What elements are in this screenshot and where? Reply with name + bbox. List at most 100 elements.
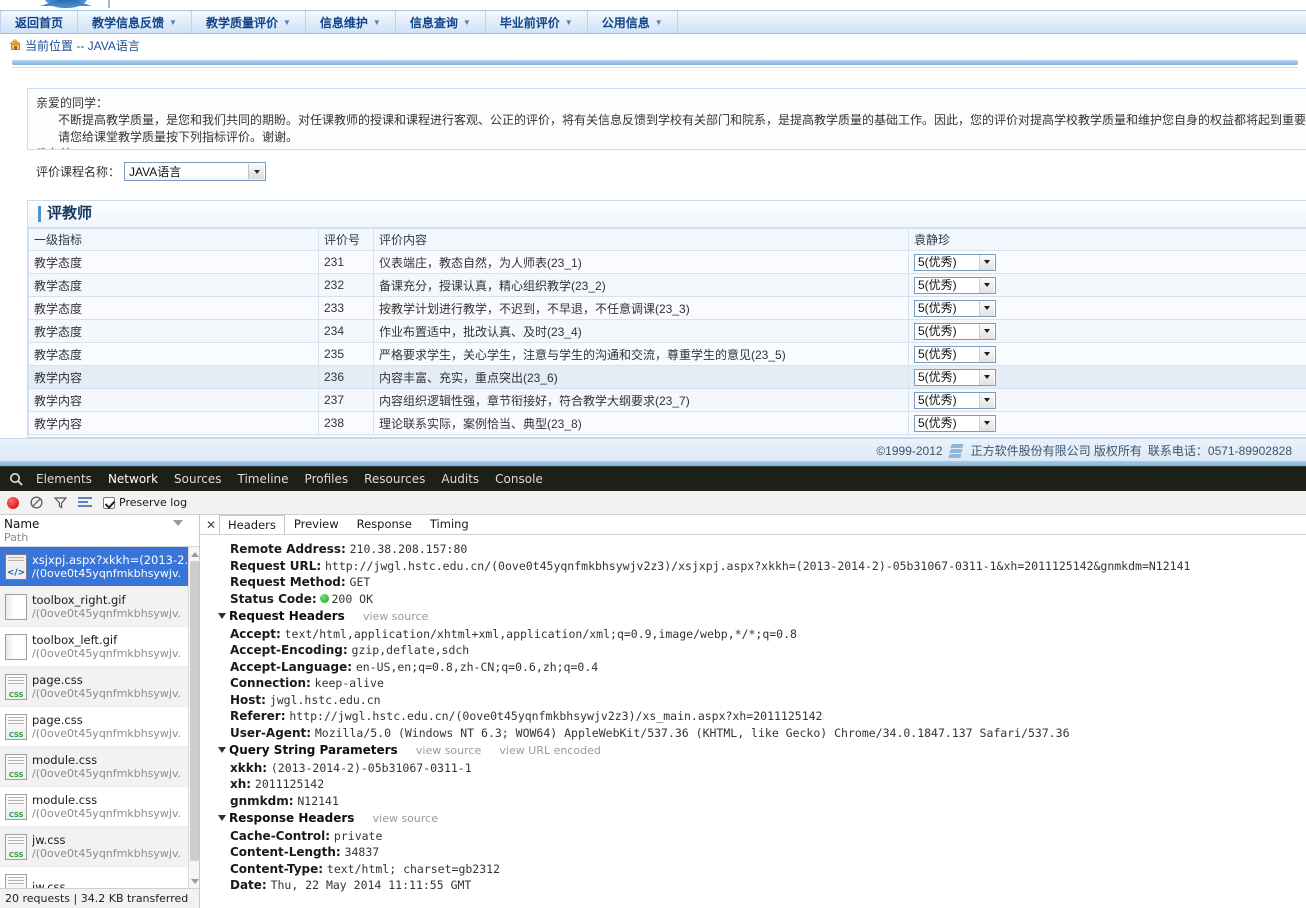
menu-item-public-info[interactable]: 公用信息 ▼ <box>588 11 678 33</box>
list-item[interactable]: CSS page.css /(0ove0t45yqnfmkbhsywjv. <box>0 667 199 707</box>
header-row-accept: Accept: text/html,application/xhtml+xml,… <box>218 626 1306 643</box>
html-file-icon: </> <box>5 553 27 580</box>
cell-number: 238 <box>318 411 374 435</box>
list-item-path: /(0ove0t45yqnfmkbhsywjv. <box>32 607 182 620</box>
tab-resources[interactable]: Resources <box>356 467 433 491</box>
score-select[interactable]: 5(优秀) <box>914 368 996 386</box>
list-item[interactable]: </> xsjxpj.aspx?xkkh=(2013-2... /(0ove0t… <box>0 547 199 587</box>
cell-indicator: 教学内容 <box>28 365 319 389</box>
section-response-headers[interactable]: Response Headers view source <box>218 810 1306 828</box>
list-item[interactable]: CSS jw.css /(0ove0t45yqnfmkbhsywjv. <box>0 827 199 867</box>
record-icon[interactable] <box>7 496 19 509</box>
disclosure-triangle-icon[interactable] <box>218 815 226 821</box>
close-icon[interactable]: ✕ <box>203 515 219 534</box>
tab-sources[interactable]: Sources <box>166 467 229 491</box>
table-row: 教学态度 231 仪表端庄，教态自然，为人师表(23_1) 5(优秀) <box>28 250 1306 274</box>
menu-item-pre-graduation-evaluation[interactable]: 毕业前评价 ▼ <box>486 11 588 33</box>
query-param-xkkh: xkkh: (2013-2014-2)-05b31067-0311-1 <box>218 760 1306 777</box>
disclosure-triangle-icon[interactable] <box>218 613 226 619</box>
scrollbar-thumb[interactable] <box>190 561 199 861</box>
header-value: http://jwgl.hstc.edu.cn/(0ove0t45yqnfmkb… <box>324 558 1191 573</box>
section-request-headers[interactable]: Request Headers view source <box>218 608 1306 626</box>
tab-audits[interactable]: Audits <box>433 467 487 491</box>
notice-line-4: 教务处 <box>36 146 1306 149</box>
headers-content: Remote Address: 210.38.208.157:80 Reques… <box>200 535 1306 908</box>
score-select-value: 5(优秀) <box>918 392 957 407</box>
param-key: xh: <box>230 777 252 791</box>
scroll-up-icon[interactable] <box>190 549 199 559</box>
sort-descending-icon[interactable] <box>173 520 183 526</box>
network-list-scrollbar[interactable] <box>188 547 199 888</box>
panel-header: 评教师 <box>28 201 1306 228</box>
cell-score: 5(优秀) <box>908 296 1306 320</box>
view-source-link[interactable]: view source <box>373 812 438 825</box>
section-title: Request Headers <box>229 609 345 623</box>
section-query-string-parameters[interactable]: Query String Parameters view source view… <box>218 742 1306 760</box>
header-value: private <box>333 828 383 843</box>
score-select[interactable]: 5(优秀) <box>914 299 996 317</box>
list-item[interactable]: toolbox_right.gif /(0ove0t45yqnfmkbhsywj… <box>0 587 199 627</box>
disclosure-triangle-icon[interactable] <box>218 747 226 753</box>
network-list-header[interactable]: Name Path <box>0 515 199 547</box>
tab-timeline[interactable]: Timeline <box>230 467 297 491</box>
score-select[interactable]: 5(优秀) <box>914 276 996 294</box>
view-source-link[interactable]: view source <box>416 744 481 757</box>
header-row-host: Host: jwgl.hstc.edu.cn <box>218 692 1306 709</box>
cell-score: 5(优秀) <box>908 319 1306 343</box>
section-title: Query String Parameters <box>229 743 398 757</box>
list-item-name: module.css <box>32 753 98 767</box>
column-header-name: Name <box>4 517 40 531</box>
header-key: User-Agent: <box>230 725 312 740</box>
large-rows-icon[interactable] <box>78 496 92 509</box>
scroll-down-icon[interactable] <box>190 876 199 886</box>
cell-number: 235 <box>318 342 374 366</box>
score-select[interactable]: 5(优秀) <box>914 322 996 340</box>
panel-title: 评教师 <box>38 206 92 222</box>
menu-item-quality-evaluation[interactable]: 教学质量评价 ▼ <box>192 11 306 33</box>
param-value: N12141 <box>297 793 339 808</box>
table-header-row: 一级指标 评价号 评价内容 袁静珍 <box>28 228 1306 251</box>
tab-console[interactable]: Console <box>487 467 551 491</box>
cell-number: 232 <box>318 273 374 297</box>
menu-item-home[interactable]: 返回首页 <box>0 11 79 33</box>
table-row: 教学态度 235 严格要求学生，关心学生，注意与学生的沟通和交流，尊重学生的意见… <box>28 342 1306 366</box>
tab-preview[interactable]: Preview <box>285 515 348 534</box>
network-body: Name Path </> xsjxpj.aspx?xkkh=(2013-2..… <box>0 515 1306 908</box>
list-item[interactable]: CSS module.css /(0ove0t45yqnfmkbhsywjv. <box>0 787 199 827</box>
list-item-path: /(0ove0t45yqnfmkbhsywjv. <box>32 767 182 780</box>
view-source-link[interactable]: view source <box>363 610 428 623</box>
menu-item-info-maintenance[interactable]: 信息维护 ▼ <box>306 11 396 33</box>
menu-item-info-query[interactable]: 信息查询 ▼ <box>396 11 486 33</box>
score-select[interactable]: 5(优秀) <box>914 253 996 271</box>
tab-network[interactable]: Network <box>100 467 166 491</box>
list-item[interactable]: CSS module.css /(0ove0t45yqnfmkbhsywjv. <box>0 747 199 787</box>
course-select-dropdown[interactable]: JAVA语言 <box>124 162 267 181</box>
search-icon[interactable] <box>4 467 28 491</box>
tab-headers[interactable]: Headers <box>219 515 285 534</box>
column-header-teacher: 袁静珍 <box>908 228 1306 251</box>
view-url-encoded-link[interactable]: view URL encoded <box>499 744 600 757</box>
network-status-bar: 20 requests | 34.2 KB transferred <box>0 888 199 908</box>
score-select[interactable]: 5(优秀) <box>914 345 996 363</box>
clear-icon[interactable] <box>30 496 43 509</box>
preserve-log-checkbox[interactable]: Preserve log <box>103 496 187 509</box>
list-item[interactable]: CSS jw.css <box>0 867 199 888</box>
score-select[interactable]: 5(优秀) <box>914 414 996 432</box>
filter-icon[interactable] <box>53 496 68 509</box>
chevron-down-icon <box>979 300 994 316</box>
list-item[interactable]: CSS page.css /(0ove0t45yqnfmkbhsywjv. <box>0 707 199 747</box>
main-menu-bar: 返回首页 教学信息反馈 ▼ 教学质量评价 ▼ 信息维护 ▼ 信息查询 ▼ 毕业前… <box>0 10 1306 34</box>
menu-item-teaching-feedback[interactable]: 教学信息反馈 ▼ <box>78 11 192 33</box>
tab-timing[interactable]: Timing <box>421 515 478 534</box>
list-item[interactable]: toolbox_left.gif /(0ove0t45yqnfmkbhsywjv… <box>0 627 199 667</box>
list-item-path: /(0ove0t45yqnfmkbhsywjv. <box>32 847 182 860</box>
tab-response[interactable]: Response <box>348 515 421 534</box>
header-value: jwgl.hstc.edu.cn <box>269 692 381 707</box>
tab-profiles[interactable]: Profiles <box>297 467 357 491</box>
network-rows: </> xsjxpj.aspx?xkkh=(2013-2... /(0ove0t… <box>0 547 199 888</box>
list-item-path: /(0ove0t45yqnfmkbhsywjv. <box>32 567 182 580</box>
score-select-value: 5(优秀) <box>918 323 957 338</box>
tab-elements[interactable]: Elements <box>28 467 100 491</box>
score-select[interactable]: 5(优秀) <box>914 391 996 409</box>
column-header-number: 评价号 <box>318 228 374 251</box>
